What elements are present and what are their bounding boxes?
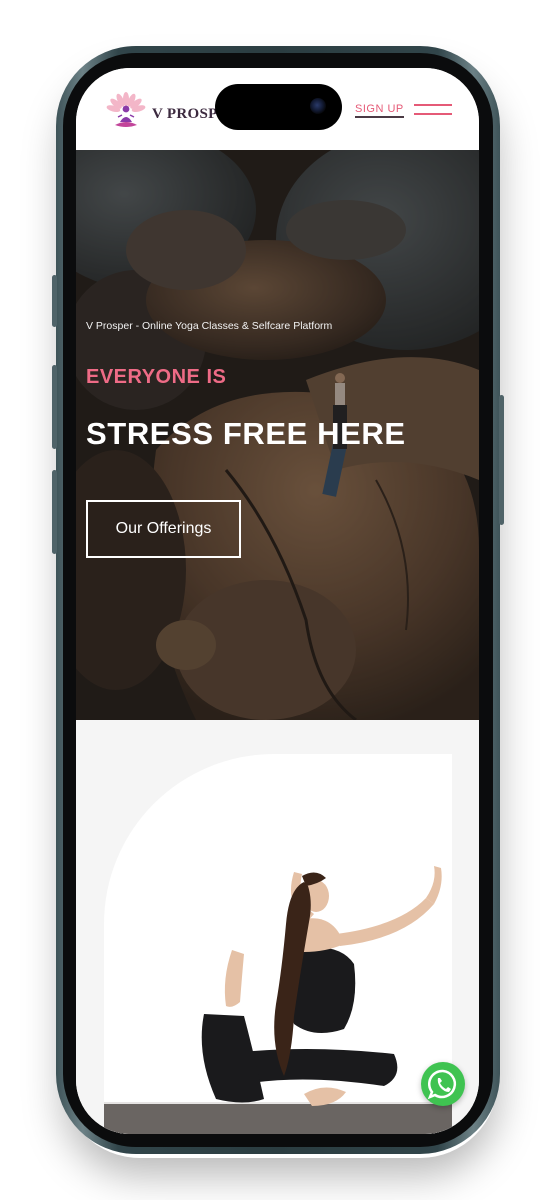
lotus-meditation-logo-icon[interactable] bbox=[104, 90, 148, 134]
phone-screen: V PROSPER SIGN UP V Prosper - Online Yog… bbox=[76, 68, 479, 1134]
hero-tagline: V Prosper - Online Yoga Classes & Selfca… bbox=[86, 320, 333, 332]
volume-down-button bbox=[52, 470, 57, 554]
action-button bbox=[52, 275, 57, 327]
intro-section bbox=[76, 720, 479, 1134]
hero-title: STRESS FREE HERE bbox=[86, 416, 406, 451]
yoga-pose-image bbox=[104, 866, 452, 1134]
hamburger-menu-icon[interactable] bbox=[414, 104, 452, 116]
arch-image-frame bbox=[104, 754, 452, 1134]
front-camera bbox=[310, 98, 326, 114]
mockup-stage: V PROSPER SIGN UP V Prosper - Online Yog… bbox=[0, 0, 556, 1200]
power-button bbox=[499, 395, 504, 525]
our-offerings-button[interactable]: Our Offerings bbox=[86, 500, 241, 558]
site-header: V PROSPER SIGN UP bbox=[76, 68, 479, 150]
whatsapp-chat-button[interactable] bbox=[421, 1062, 465, 1106]
sign-up-link[interactable]: SIGN UP bbox=[355, 103, 404, 118]
hero-section: V Prosper - Online Yoga Classes & Selfca… bbox=[76, 150, 479, 720]
volume-up-button bbox=[52, 365, 57, 449]
whatsapp-icon bbox=[427, 1069, 457, 1100]
hero-kicker: EVERYONE IS bbox=[86, 366, 227, 388]
